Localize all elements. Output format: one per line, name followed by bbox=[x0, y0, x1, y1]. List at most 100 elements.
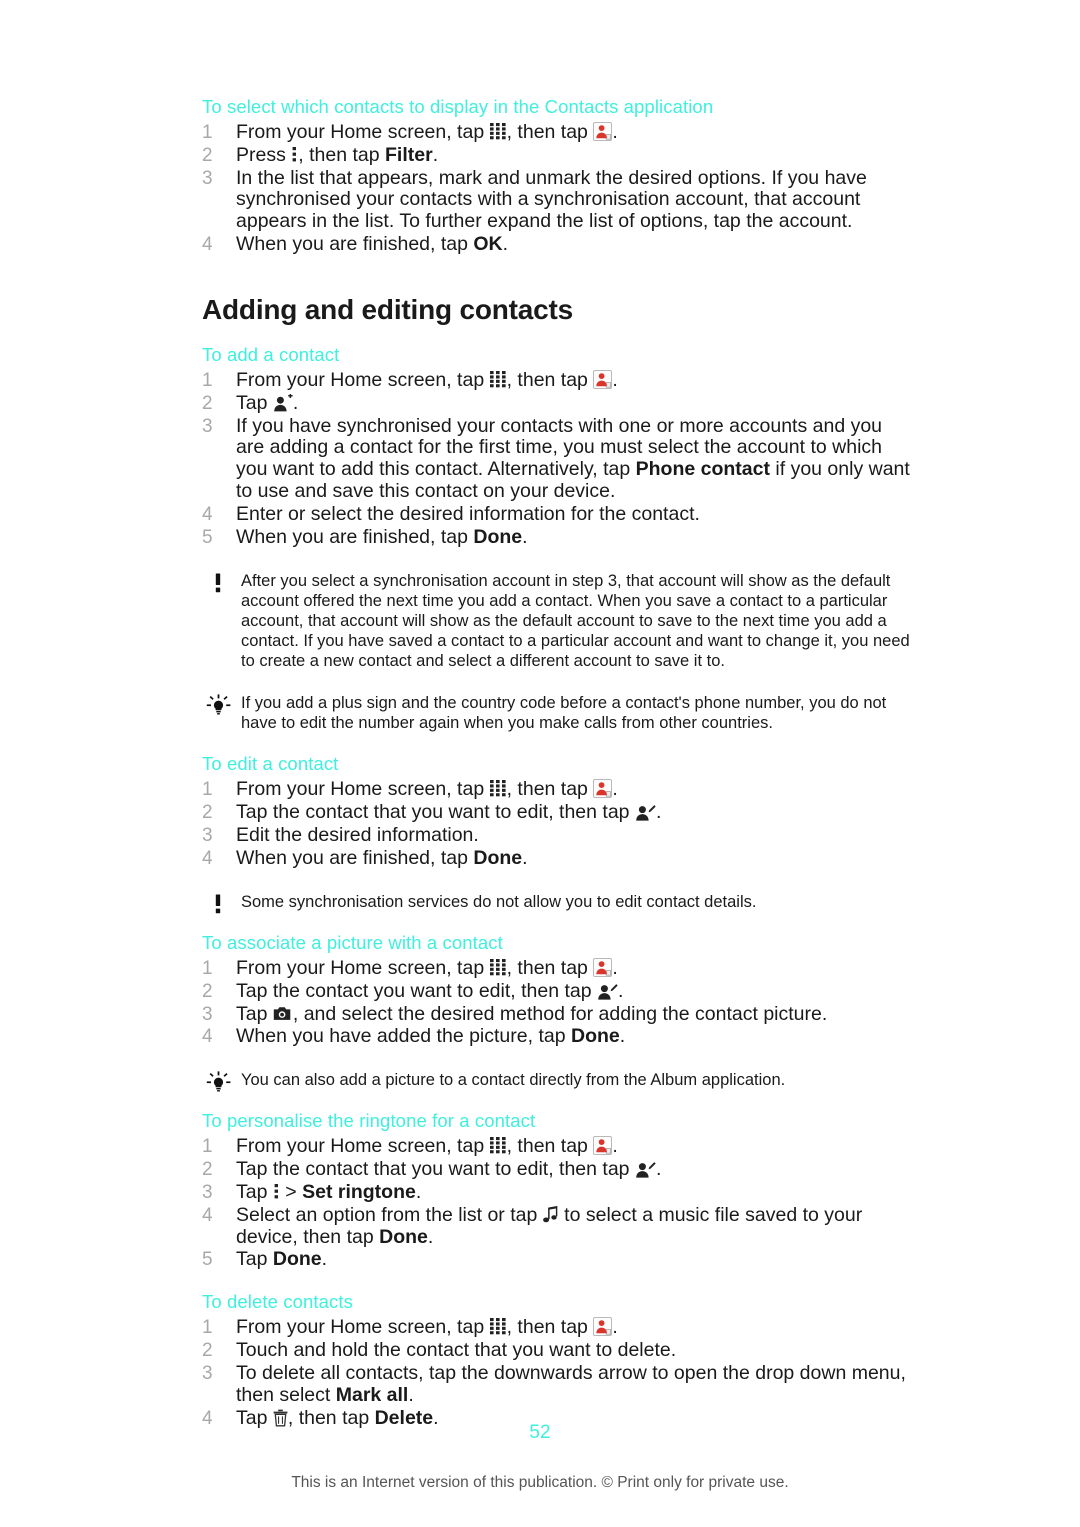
step-item: From your Home screen, tap , then tap . bbox=[202, 1316, 914, 1339]
section-delete-contacts: To delete contacts From your Home screen,… bbox=[202, 1291, 914, 1429]
section-heading: To add a contact bbox=[202, 343, 340, 365]
section-heading: To associate a picture with a contact bbox=[202, 931, 503, 953]
page-main-heading: Adding and editing contacts bbox=[202, 293, 574, 325]
ui-label: Done bbox=[473, 525, 523, 548]
edit-contact-icon bbox=[597, 982, 618, 1000]
step-content: From your Home screen, tap , then tap . bbox=[236, 1135, 914, 1158]
step-content: Select an option from the list or tap to… bbox=[236, 1203, 914, 1249]
step-content: Touch and hold the contact that you want… bbox=[236, 1339, 914, 1362]
contacts-app-icon bbox=[593, 122, 613, 141]
step-content: To delete all contacts, tap the downward… bbox=[236, 1362, 914, 1407]
step-text: . bbox=[522, 846, 528, 869]
app-grid-icon bbox=[489, 1318, 507, 1335]
step-content: Press , then tap Filter. bbox=[236, 143, 914, 167]
edit-contact-icon bbox=[635, 803, 656, 821]
steps-list-edit-contact: From your Home screen, tap , then tap .T… bbox=[202, 778, 914, 870]
step-text: When you are finished, tap bbox=[236, 233, 474, 256]
step-text: . bbox=[292, 391, 299, 414]
step-content: Tap the contact you want to edit, then t… bbox=[236, 980, 914, 1003]
step-content: From your Home screen, tap , then tap . bbox=[236, 368, 914, 392]
ui-label: Done bbox=[272, 1248, 322, 1271]
step-text: . bbox=[427, 1225, 434, 1248]
ui-label: Mark all bbox=[335, 1383, 409, 1406]
section-heading: To personalise the ringtone for a contac… bbox=[202, 1110, 536, 1132]
step-text: From your Home screen, tap bbox=[236, 368, 490, 391]
step-item: From your Home screen, tap , then tap . bbox=[202, 121, 914, 144]
step-text: Edit the desired information. bbox=[236, 824, 479, 847]
steps-list-select-contacts-display: From your Home screen, tap , then tap .P… bbox=[202, 121, 914, 256]
step-text: Select an option from the list or tap bbox=[236, 1203, 543, 1226]
step-text: From your Home screen, tap bbox=[236, 956, 490, 979]
step-text: . bbox=[321, 1248, 328, 1271]
step-content: From your Home screen, tap , then tap . bbox=[236, 1316, 914, 1339]
step-text: Touch and hold the contact that you want… bbox=[236, 1339, 677, 1362]
note-block: After you select a synchronisation accou… bbox=[202, 571, 914, 672]
step-item: When you are finished, tap Done. bbox=[202, 846, 914, 870]
app-grid-icon bbox=[489, 1137, 507, 1154]
step-text: . bbox=[655, 1158, 662, 1181]
step-text: , then tap bbox=[506, 121, 594, 143]
steps-list-delete-contacts: From your Home screen, tap , then tap .T… bbox=[202, 1316, 914, 1429]
app-grid-icon bbox=[489, 370, 507, 388]
camera-icon bbox=[273, 1005, 293, 1022]
note-text: If you add a plus sign and the country c… bbox=[241, 694, 887, 733]
note-text: After you select a synchronisation accou… bbox=[241, 571, 910, 671]
step-content: Tap the contact that you want to edit, t… bbox=[236, 1158, 914, 1181]
contacts-app-icon bbox=[593, 779, 613, 799]
ui-label: Phone contact bbox=[635, 458, 770, 481]
section-heading: To select which contacts to display in t… bbox=[202, 96, 714, 117]
step-text: When you are finished, tap bbox=[236, 846, 474, 869]
step-content: In the list that appears, mark and unmar… bbox=[236, 166, 914, 233]
step-text: From your Home screen, tap bbox=[236, 1135, 490, 1158]
step-item: When you are finished, tap Done. bbox=[202, 525, 914, 549]
subsection-list: To add a contact From your Home screen, t… bbox=[202, 344, 914, 1429]
exclamation-note-icon bbox=[206, 572, 232, 594]
step-text: . bbox=[655, 801, 662, 824]
top-section-list: To select which contacts to display in t… bbox=[202, 96, 914, 256]
step-text: Enter or select the desired information … bbox=[236, 502, 700, 525]
step-content: When you are finished, tap OK. bbox=[236, 233, 914, 256]
note-block: If you add a plus sign and the country c… bbox=[202, 693, 914, 733]
step-item: In the list that appears, mark and unmar… bbox=[202, 166, 914, 233]
step-text: . bbox=[612, 1316, 618, 1339]
step-text: . bbox=[619, 1025, 626, 1048]
ui-label: OK bbox=[473, 233, 503, 256]
step-text: When you have added the picture, tap bbox=[236, 1025, 571, 1048]
contacts-app-icon bbox=[593, 957, 613, 977]
add-contact-icon bbox=[273, 393, 293, 412]
step-text: > bbox=[279, 1181, 303, 1203]
step-content: Tap the contact that you want to edit, t… bbox=[236, 801, 914, 824]
step-item: From your Home screen, tap , then tap . bbox=[202, 368, 914, 392]
section-select-contacts-display: To select which contacts to display in t… bbox=[202, 96, 914, 256]
step-text: From your Home screen, tap bbox=[236, 1316, 490, 1339]
step-text: Tap the contact that you want to edit, t… bbox=[236, 801, 635, 824]
step-item: Tap the contact you want to edit, then t… bbox=[202, 980, 914, 1003]
step-text: . bbox=[502, 233, 509, 256]
page-content: To select which contacts to display in t… bbox=[202, 96, 914, 1431]
step-text: Tap bbox=[236, 1181, 273, 1203]
app-grid-icon bbox=[489, 123, 507, 140]
overflow-menu-icon bbox=[291, 146, 298, 163]
step-item: Select an option from the list or tap to… bbox=[202, 1203, 914, 1249]
step-text: Tap bbox=[236, 1248, 273, 1271]
step-text: From your Home screen, tap bbox=[236, 778, 490, 801]
step-item: Tap the contact that you want to edit, t… bbox=[202, 801, 914, 824]
step-item: From your Home screen, tap , then tap . bbox=[202, 1135, 914, 1158]
section-heading: To delete contacts bbox=[202, 1291, 353, 1313]
step-text: , then tap bbox=[506, 956, 594, 979]
ui-label: Filter bbox=[385, 143, 433, 166]
step-text: In the list that appears, mark and unmar… bbox=[236, 166, 867, 233]
step-content: When you have added the picture, tap Don… bbox=[236, 1025, 914, 1048]
step-content: When you are finished, tap Done. bbox=[236, 846, 914, 870]
contacts-app-icon bbox=[593, 1136, 613, 1156]
step-item: Tap . bbox=[202, 391, 914, 415]
ui-label: Done bbox=[570, 1025, 620, 1048]
step-text: . bbox=[408, 1383, 414, 1406]
step-text: . bbox=[612, 1135, 618, 1158]
note-text: Some synchronisation services do not all… bbox=[241, 892, 757, 911]
step-content: When you are finished, tap Done. bbox=[236, 525, 914, 549]
step-text: When you are finished, tap bbox=[236, 525, 474, 548]
step-text: , and select the desired method for addi… bbox=[292, 1002, 828, 1025]
step-text: Press bbox=[236, 143, 292, 166]
step-item: When you have added the picture, tap Don… bbox=[202, 1025, 914, 1048]
